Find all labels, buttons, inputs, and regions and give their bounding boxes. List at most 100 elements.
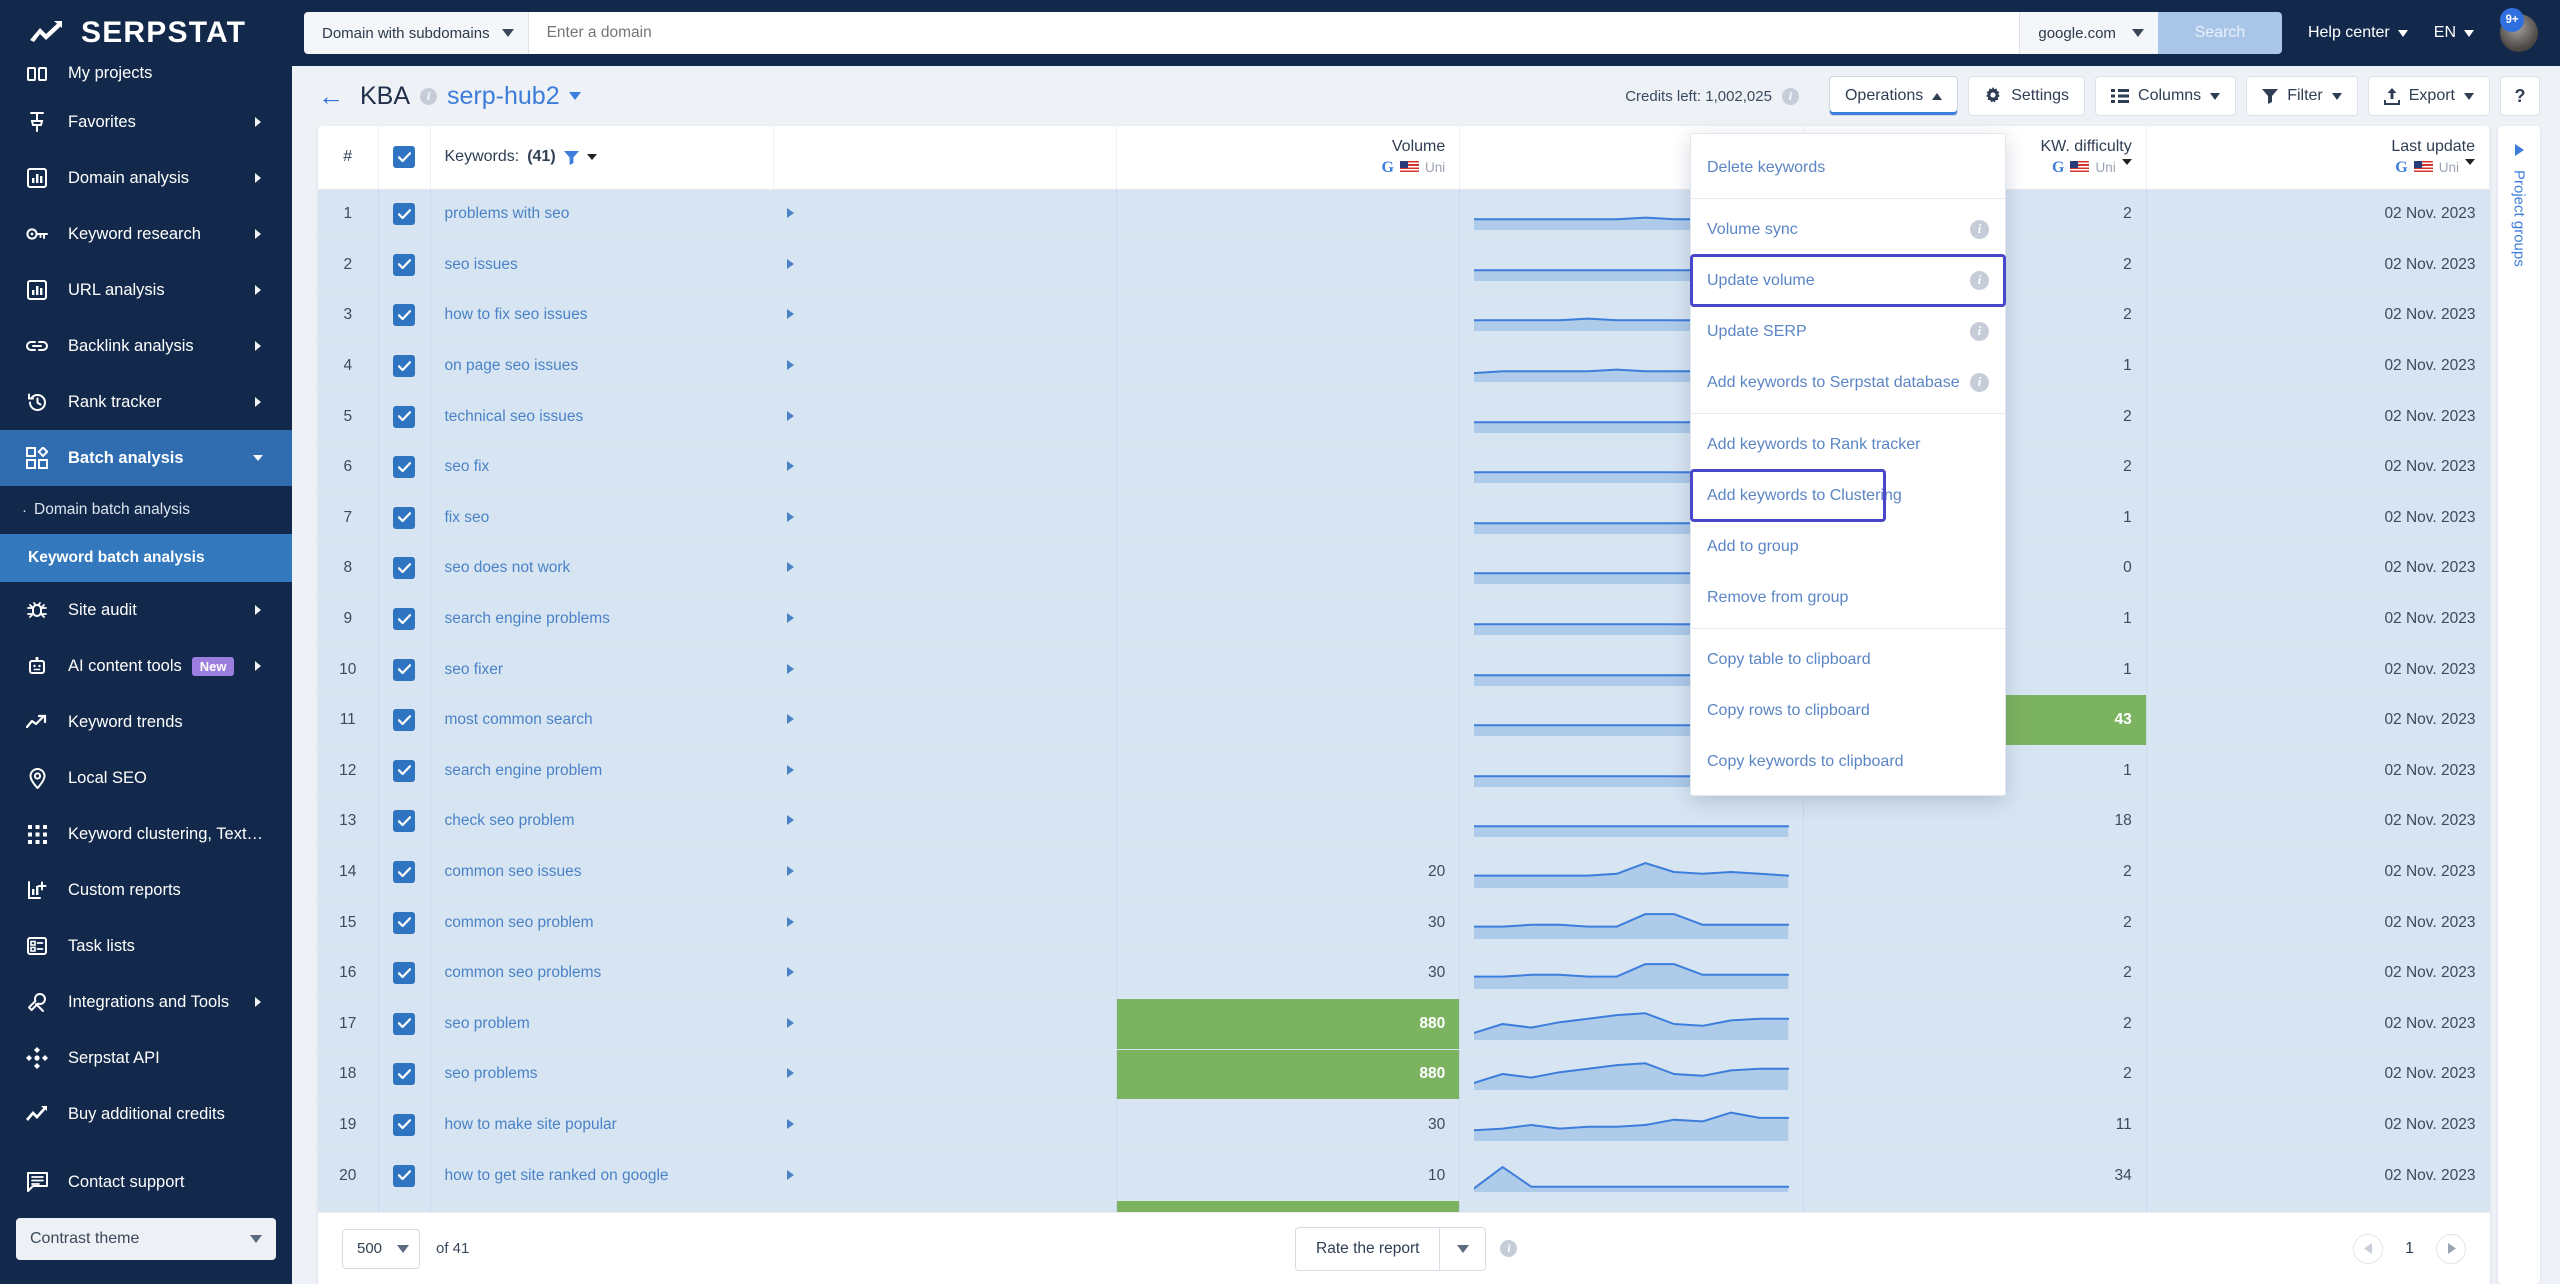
sidebar-item-site-audit[interactable]: Site audit	[0, 582, 292, 638]
info-icon[interactable]: i	[1970, 322, 1989, 341]
chevron-right-icon[interactable]	[787, 866, 795, 877]
row-checkbox[interactable]	[393, 557, 415, 580]
row-checkbox-cell[interactable]	[378, 593, 431, 645]
row-checkbox-cell[interactable]	[378, 492, 431, 544]
chevron-right-icon[interactable]	[787, 1017, 795, 1028]
chevron-down-icon[interactable]	[568, 92, 581, 100]
row-expand-cell[interactable]	[773, 441, 1118, 494]
row-checkbox[interactable]	[393, 962, 415, 985]
table-row[interactable]: 1 problems with seo 2 02 Nov. 2023	[318, 189, 2490, 241]
help-button[interactable]: ?	[2500, 76, 2540, 116]
row-expand-cell[interactable]	[773, 846, 1118, 898]
keyword-cell[interactable]: seo issue	[430, 1200, 774, 1212]
sidebar-item-integrations-and-tools[interactable]: Integrations and Tools	[0, 974, 292, 1030]
table-row[interactable]: 17 seo problem 880 2 02 Nov. 2023	[318, 998, 2490, 1050]
row-checkbox[interactable]	[393, 456, 415, 479]
sidebar-item-batch-analysis[interactable]: Batch analysis	[0, 430, 292, 486]
table-row[interactable]: 9 search engine problems 1 02 Nov. 2023	[318, 593, 2490, 645]
row-checkbox[interactable]	[393, 1164, 415, 1187]
keyword-cell[interactable]: search engine problems	[430, 593, 774, 645]
row-expand-cell[interactable]	[773, 694, 1118, 747]
table-row[interactable]: 14 common seo issues 20 2 02 Nov. 2023	[318, 846, 2490, 898]
keyword-cell[interactable]: how to get site ranked on google	[430, 1150, 774, 1202]
brand-logo-area[interactable]: SERPSTAT	[0, 0, 292, 66]
row-expand-cell[interactable]	[773, 1049, 1118, 1101]
keyword-link[interactable]: how to make site popular	[445, 1116, 617, 1133]
row-checkbox[interactable]	[393, 203, 415, 226]
row-checkbox[interactable]	[393, 405, 415, 428]
row-checkbox-cell[interactable]	[378, 239, 431, 291]
chevron-right-icon[interactable]	[787, 663, 795, 674]
row-checkbox-cell[interactable]	[378, 441, 431, 494]
sidebar-item-buy-additional-credits[interactable]: Buy additional credits	[0, 1086, 292, 1142]
project-groups-rail[interactable]: Project groups	[2498, 126, 2540, 1284]
row-expand-cell[interactable]	[773, 239, 1118, 291]
keyword-cell[interactable]: problems with seo	[430, 189, 774, 241]
keyword-link[interactable]: fix seo	[445, 509, 490, 526]
chevron-right-icon[interactable]	[787, 410, 795, 421]
select-all-checkbox[interactable]	[393, 146, 415, 169]
keyword-cell[interactable]: common seo problems	[430, 947, 774, 999]
keyword-cell[interactable]: on page seo issues	[430, 340, 774, 392]
chevron-right-icon[interactable]	[787, 309, 795, 320]
sidebar-item-keyword-trends[interactable]: Keyword trends	[0, 694, 292, 750]
info-icon[interactable]: i	[1781, 87, 1799, 105]
menu-item[interactable]: Update SERP i	[1691, 306, 2005, 357]
row-checkbox[interactable]	[393, 608, 415, 631]
filter-button[interactable]: Filter	[2246, 76, 2358, 116]
chevron-right-icon[interactable]	[787, 208, 795, 219]
row-checkbox-cell[interactable]	[378, 290, 431, 342]
operations-dropdown-menu[interactable]: Delete keywords Volume sync i Update vol…	[1690, 133, 2006, 796]
keyword-link[interactable]: seo issues	[445, 256, 518, 273]
keyword-link[interactable]: seo does not work	[445, 559, 571, 576]
keyword-cell[interactable]: most common search	[430, 694, 774, 747]
table-row[interactable]: 8 seo does not work 0 02 Nov. 2023	[318, 543, 2490, 595]
keyword-link[interactable]: search engine problems	[445, 610, 610, 627]
row-checkbox[interactable]	[393, 506, 415, 529]
row-expand-cell[interactable]	[773, 745, 1118, 797]
info-icon[interactable]: i	[1970, 220, 1989, 239]
row-expand-cell[interactable]	[773, 947, 1118, 999]
chevron-right-icon[interactable]	[787, 562, 795, 573]
row-expand-cell[interactable]	[773, 492, 1118, 544]
keyword-link[interactable]: how to fix seo issues	[445, 306, 588, 323]
table-row[interactable]: 15 common seo problem 30 2 02 Nov. 2023	[318, 897, 2490, 949]
table-row[interactable]: 20 how to get site ranked on google 10 34…	[318, 1150, 2490, 1202]
row-expand-cell[interactable]	[773, 1200, 1118, 1212]
keyword-cell[interactable]: seo problems	[430, 1049, 774, 1101]
sidebar-item-custom-reports[interactable]: Custom reports	[0, 862, 292, 918]
sidebar-item-local-seo[interactable]: Local SEO	[0, 750, 292, 806]
sidebar-item-url-analysis[interactable]: URL analysis	[0, 262, 292, 318]
row-expand-cell[interactable]	[773, 391, 1118, 443]
keyword-link[interactable]: common seo problems	[445, 964, 602, 981]
chevron-down-icon[interactable]	[586, 154, 597, 161]
chevron-right-icon[interactable]	[787, 360, 795, 371]
chevron-right-icon[interactable]	[787, 764, 795, 775]
avatar[interactable]: 9+	[2500, 8, 2538, 52]
columns-button[interactable]: Columns	[2095, 76, 2237, 116]
search-button[interactable]: Search	[2157, 12, 2282, 54]
row-expand-cell[interactable]	[773, 290, 1118, 342]
keyword-link[interactable]: seo fixer	[445, 661, 504, 678]
row-checkbox[interactable]	[393, 709, 415, 732]
table-row[interactable]: 6 seo fix 2 02 Nov. 2023	[318, 441, 2490, 494]
table-row[interactable]: 19 how to make site popular 30 11 02 Nov. …	[318, 1099, 2490, 1151]
chevron-right-icon[interactable]	[787, 511, 795, 522]
export-button[interactable]: Export	[2367, 76, 2490, 116]
settings-button[interactable]: Settings	[1968, 76, 2086, 116]
menu-item[interactable]: Copy table to clipboard	[1691, 634, 2005, 685]
keyword-link[interactable]: seo problem	[445, 1015, 530, 1032]
table-row[interactable]: 18 seo problems 880 2 02 Nov. 2023	[318, 1049, 2490, 1101]
sort-desc-icon[interactable]	[2465, 159, 2475, 166]
row-checkbox-cell[interactable]	[378, 694, 431, 747]
table-row[interactable]: 3 how to fix seo issues 2 02 Nov. 2023	[318, 290, 2490, 342]
row-checkbox[interactable]	[393, 1012, 415, 1035]
menu-item[interactable]: Add keywords to Clustering	[1690, 469, 1902, 522]
next-page-button[interactable]	[2436, 1233, 2466, 1264]
prev-page-button[interactable]	[2353, 1233, 2384, 1264]
row-expand-cell[interactable]	[773, 796, 1118, 848]
keyword-link[interactable]: search engine problem	[445, 762, 603, 779]
table-row[interactable]: 16 common seo problems 30 2 02 Nov. 2023	[318, 947, 2490, 999]
back-arrow-icon[interactable]: ←	[318, 83, 344, 109]
row-expand-cell[interactable]	[773, 543, 1118, 595]
